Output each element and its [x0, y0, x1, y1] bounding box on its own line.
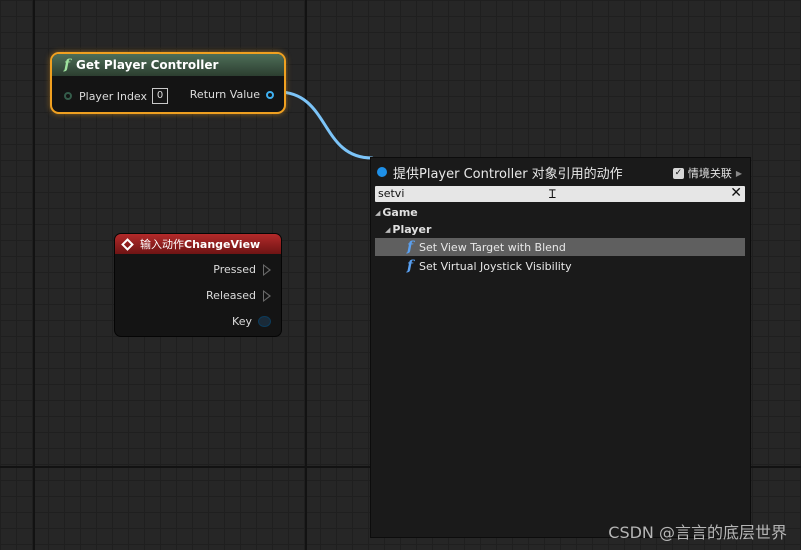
exec-pin-icon[interactable]: [263, 289, 271, 302]
event-diamond-icon: [121, 237, 134, 251]
text-cursor-icon: Ɪ: [549, 187, 556, 201]
player-index-pin[interactable]: [64, 92, 72, 100]
category-label: Game: [382, 206, 418, 219]
search-input[interactable]: setvi Ɪ ✕: [375, 185, 745, 202]
player-index-input[interactable]: 0: [152, 88, 169, 104]
node-header[interactable]: f Get Player Controller: [52, 54, 284, 76]
return-value-label: Return Value: [189, 88, 260, 101]
tree-category-game[interactable]: ◢ Game: [375, 206, 418, 219]
menu-item-set-virtual-joystick-visibility[interactable]: f Set Virtual Joystick Visibility: [375, 257, 745, 275]
exec-pin-icon[interactable]: [263, 263, 271, 276]
return-value-pin[interactable]: [266, 90, 274, 99]
watermark: CSDN @言言的底层世界: [608, 523, 787, 542]
clear-search-icon[interactable]: ✕: [730, 185, 742, 202]
key-label: Key: [232, 315, 252, 328]
action-menu-title: 提供Player Controller 对象引用的动作: [393, 166, 623, 182]
pressed-label: Pressed: [213, 263, 256, 276]
menu-item-set-view-target-with-blend[interactable]: f Set View Target with Blend: [375, 238, 745, 256]
search-input-value[interactable]: setvi: [378, 186, 404, 202]
node-title-action: ChangeView: [184, 237, 261, 251]
blue-dot-icon: [377, 167, 387, 177]
collapse-triangle-icon[interactable]: ◢: [375, 209, 380, 217]
function-icon: f: [407, 239, 414, 255]
category-label: Player: [392, 223, 432, 236]
player-index-pin-row: Player Index 0: [64, 88, 169, 104]
node-title: Get Player Controller: [76, 58, 219, 72]
node-title-prefix: 输入动作: [140, 238, 184, 251]
node-header[interactable]: 输入动作 ChangeView: [115, 234, 281, 254]
menu-item-label: Set Virtual Joystick Visibility: [419, 259, 572, 273]
input-action-node[interactable]: 输入动作 ChangeView Pressed Released Key: [114, 233, 282, 337]
function-icon: f: [407, 258, 414, 274]
function-icon: f: [64, 57, 71, 73]
get-player-controller-node[interactable]: f Get Player Controller Player Index 0 R…: [50, 52, 286, 114]
collapse-triangle-icon[interactable]: ◢: [385, 226, 390, 234]
tree-category-player[interactable]: ◢ Player: [385, 223, 431, 236]
checkbox-checked-icon[interactable]: ✓: [672, 167, 684, 179]
menu-item-label: Set View Target with Blend: [419, 240, 566, 254]
player-index-label: Player Index: [79, 89, 148, 103]
action-menu: 提供Player Controller 对象引用的动作 ✓ 情境关联 ▶ set…: [370, 157, 751, 538]
struct-pin-icon[interactable]: [258, 316, 271, 327]
released-label: Released: [206, 289, 256, 302]
expand-arrow-icon[interactable]: ▶: [736, 169, 742, 178]
released-pin-row: Released: [206, 289, 271, 302]
key-pin-row: Key: [232, 315, 271, 328]
context-sensitive-label: 情境关联: [687, 167, 732, 180]
pressed-pin-row: Pressed: [213, 263, 271, 276]
return-value-pin-row: Return Value: [190, 88, 274, 101]
context-sensitive-toggle[interactable]: ✓ 情境关联 ▶: [672, 165, 742, 181]
